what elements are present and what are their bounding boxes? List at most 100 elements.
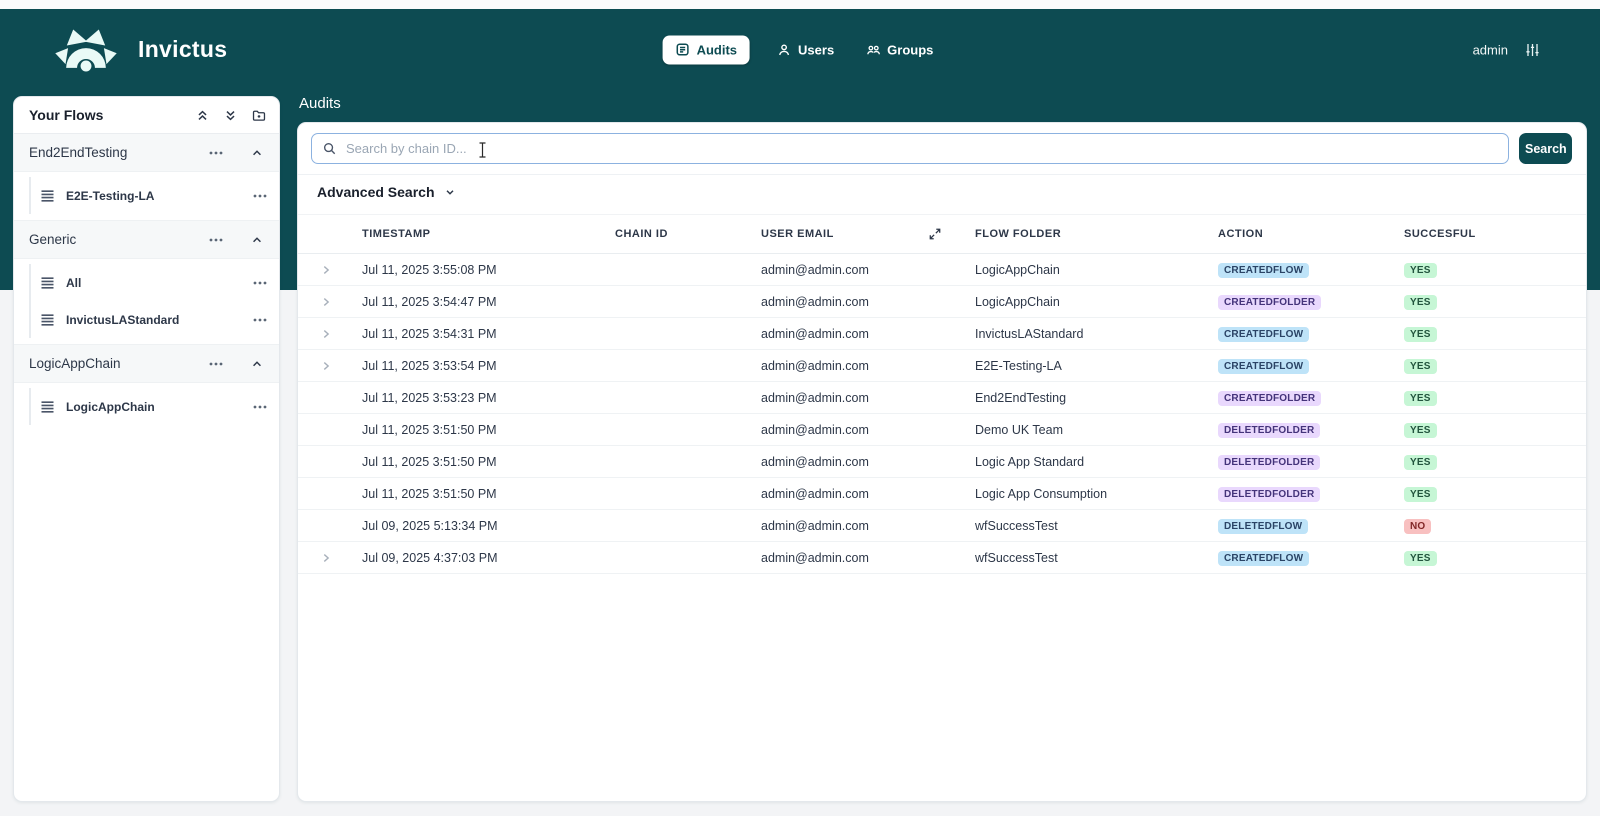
cell-action: DELETEDFOLDER: [1218, 486, 1404, 502]
flow-item-menu-icon[interactable]: [251, 192, 269, 200]
row-expand-chevron-icon[interactable]: [320, 552, 362, 564]
table-row[interactable]: Jul 11, 2025 3:53:23 PM admin@admin.com …: [298, 382, 1586, 414]
folder-collapse-chevron-icon[interactable]: [249, 232, 265, 248]
add-folder-icon[interactable]: [252, 109, 266, 122]
cell-user-email: admin@admin.com: [761, 294, 869, 309]
cell-action: CREATEDFOLDER: [1218, 294, 1404, 310]
stack-icon: [40, 189, 55, 203]
folder-menu-icon[interactable]: [207, 360, 225, 368]
app-root: Invictus Audits Users Groups admin Your …: [0, 0, 1600, 816]
cell-timestamp: Jul 11, 2025 3:54:31 PM: [362, 326, 497, 341]
table-row[interactable]: Jul 11, 2025 3:55:08 PM admin@admin.com …: [298, 254, 1586, 286]
search-box: [311, 133, 1509, 164]
cell-flow-folder: LogicAppChain: [975, 294, 1060, 309]
username: admin: [1472, 42, 1508, 57]
flow-items: LogicAppChain: [29, 388, 279, 425]
flow-item-invictuslastandard[interactable]: InvictusLAStandard: [31, 301, 279, 338]
audit-log-icon: [676, 43, 690, 57]
action-badge: DELETEDFOLDER: [1218, 422, 1321, 438]
nav-tab-users-label: Users: [798, 42, 835, 57]
cell-user-email: admin@admin.com: [761, 326, 869, 341]
flow-items: All InvictusLAStandard: [29, 264, 279, 338]
flow-item-menu-icon[interactable]: [251, 279, 269, 287]
table-row[interactable]: Jul 11, 2025 3:51:50 PM admin@admin.com …: [298, 446, 1586, 478]
header-right: admin: [1473, 42, 1540, 57]
cell-flow-folder: wfSuccessTest: [975, 518, 1058, 533]
cell-timestamp: Jul 11, 2025 3:51:50 PM: [362, 454, 497, 469]
flow-folder-name: LogicAppChain: [29, 356, 121, 371]
advanced-search-label: Advanced Search: [317, 184, 435, 200]
col-header-timestamp: TIMESTAMP: [362, 228, 431, 240]
collapse-all-icon[interactable]: [196, 109, 209, 122]
action-badge: CREATEDFOLDER: [1218, 390, 1322, 406]
search-input[interactable]: [344, 140, 1497, 157]
table-row[interactable]: Jul 11, 2025 3:54:47 PM admin@admin.com …: [298, 286, 1586, 318]
succesful-badge: YES: [1404, 294, 1437, 310]
cell-action: CREATEDFLOW: [1218, 262, 1404, 278]
cell-user-email: admin@admin.com: [761, 518, 869, 533]
folder-collapse-chevron-icon[interactable]: [249, 356, 265, 372]
nav-tab-groups[interactable]: Groups: [862, 35, 937, 64]
table-row[interactable]: Jul 09, 2025 4:37:03 PM admin@admin.com …: [298, 542, 1586, 574]
flow-item-all[interactable]: All: [31, 264, 279, 301]
flows-sidebar: Your Flows End2EndTesting E2E-Testing-LA…: [13, 96, 280, 802]
advanced-search-toggle[interactable]: Advanced Search: [317, 184, 456, 200]
table-row[interactable]: Jul 11, 2025 3:51:50 PM admin@admin.com …: [298, 414, 1586, 446]
succesful-badge: YES: [1404, 358, 1437, 374]
cell-flow-folder: Demo UK Team: [975, 422, 1063, 437]
cell-succesful: YES: [1404, 358, 1586, 374]
flow-folder-logicappchain[interactable]: LogicAppChain: [14, 344, 279, 383]
succesful-badge: NO: [1404, 518, 1432, 534]
row-expand-chevron-icon[interactable]: [320, 264, 362, 276]
flow-folder-generic[interactable]: Generic: [14, 220, 279, 259]
flow-item-menu-icon[interactable]: [251, 316, 269, 324]
table-row[interactable]: Jul 11, 2025 3:51:50 PM admin@admin.com …: [298, 478, 1586, 510]
cell-flow-folder: Logic App Consumption: [975, 486, 1108, 501]
succesful-badge: YES: [1404, 454, 1437, 470]
search-button[interactable]: Search: [1519, 133, 1572, 164]
cell-timestamp: Jul 11, 2025 3:54:47 PM: [362, 294, 497, 309]
nav-tab-groups-label: Groups: [887, 42, 934, 57]
cell-action: DELETEDFLOW: [1218, 518, 1404, 534]
main-nav: Audits Users Groups: [662, 35, 938, 64]
table-row[interactable]: Jul 09, 2025 5:13:34 PM admin@admin.com …: [298, 510, 1586, 542]
flow-item-label: All: [66, 275, 82, 290]
cell-timestamp: Jul 11, 2025 3:51:50 PM: [362, 422, 497, 437]
folder-menu-icon[interactable]: [207, 236, 225, 244]
col-header-action: ACTION: [1218, 228, 1264, 240]
cell-timestamp: Jul 11, 2025 3:53:54 PM: [362, 358, 497, 373]
flow-folder-end2endtesting[interactable]: End2EndTesting: [14, 134, 279, 172]
flow-item-menu-icon[interactable]: [251, 403, 269, 411]
succesful-badge: YES: [1404, 326, 1437, 342]
settings-sliders-icon[interactable]: [1525, 42, 1540, 57]
flow-group: LogicAppChain LogicAppChain: [14, 344, 279, 425]
folder-collapse-chevron-icon[interactable]: [249, 145, 265, 161]
expand-all-icon[interactable]: [224, 109, 237, 122]
flow-folder-name: End2EndTesting: [29, 145, 128, 160]
cell-timestamp: Jul 09, 2025 5:13:34 PM: [362, 518, 498, 533]
table-row[interactable]: Jul 11, 2025 3:54:31 PM admin@admin.com …: [298, 318, 1586, 350]
succesful-badge: YES: [1404, 486, 1437, 502]
table-header-row: TIMESTAMP CHAIN ID USER EMAIL FLOW FOLDE…: [298, 214, 1586, 254]
flow-item-logicappchain[interactable]: LogicAppChain: [31, 388, 279, 425]
nav-tab-users[interactable]: Users: [774, 35, 838, 64]
row-expand-chevron-icon[interactable]: [320, 328, 362, 340]
cell-user-email: admin@admin.com: [761, 262, 869, 277]
nav-tab-audits[interactable]: Audits: [662, 35, 751, 64]
diagonal-arrows-icon[interactable]: [929, 228, 941, 240]
folder-menu-icon[interactable]: [207, 149, 225, 157]
person-icon: [778, 43, 791, 56]
cell-action: CREATEDFLOW: [1218, 326, 1404, 342]
table-row[interactable]: Jul 11, 2025 3:53:54 PM admin@admin.com …: [298, 350, 1586, 382]
cell-action: CREATEDFLOW: [1218, 358, 1404, 374]
row-expand-chevron-icon[interactable]: [320, 296, 362, 308]
flow-item-e2e-testing-la[interactable]: E2E-Testing-LA: [31, 177, 279, 214]
action-badge: DELETEDFLOW: [1218, 518, 1309, 534]
flow-folder-name: Generic: [29, 232, 77, 247]
col-header-user-email-label: USER EMAIL: [761, 228, 834, 240]
action-badge: CREATEDFLOW: [1218, 550, 1310, 566]
cell-flow-folder: Logic App Standard: [975, 454, 1085, 469]
cell-flow-folder: LogicAppChain: [975, 262, 1060, 277]
row-expand-chevron-icon[interactable]: [320, 360, 362, 372]
flow-group: End2EndTesting E2E-Testing-LA: [14, 134, 279, 214]
